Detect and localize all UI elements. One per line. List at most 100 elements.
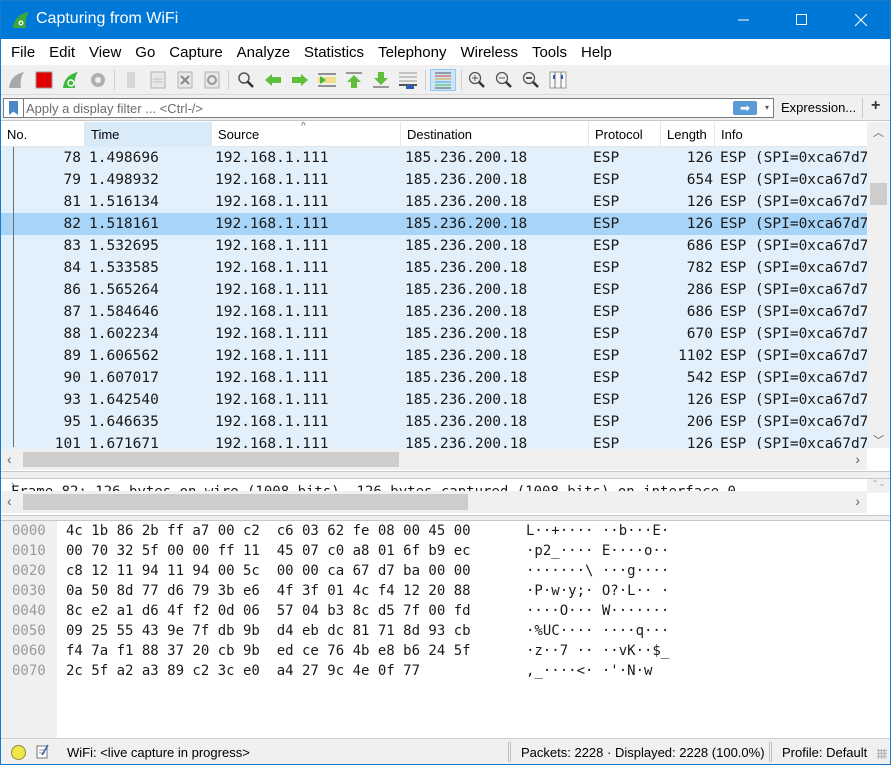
- minimize-button[interactable]: [715, 1, 773, 39]
- maximize-button[interactable]: [773, 1, 831, 39]
- ascii-bytes[interactable]: ····O··· W·······: [526, 603, 669, 619]
- packet-row[interactable]: 87 1.584646 192.168.1.111 185.236.200.18 ESP…: [1, 301, 868, 323]
- menu-help[interactable]: Help: [574, 44, 619, 61]
- hex-bytes[interactable]: 09 25 55 43 9e 7f db 9b d4 eb dc 81 71 8…: [66, 623, 471, 639]
- details-hscrollbar[interactable]: ‹ ›: [1, 491, 867, 513]
- packet-row[interactable]: 81 1.516134 192.168.1.111 185.236.200.18 ESP…: [1, 191, 868, 213]
- apply-filter-button[interactable]: ➡: [733, 101, 757, 115]
- menu-capture[interactable]: Capture: [162, 44, 229, 61]
- scroll-left-icon[interactable]: ‹: [7, 451, 12, 467]
- close-file-button[interactable]: [174, 69, 196, 91]
- hex-bytes[interactable]: f4 7a f1 88 37 20 cb 9b ed ce 76 4b e8 b…: [66, 643, 471, 659]
- column-header-destination[interactable]: Destination: [401, 122, 589, 147]
- colorize-button[interactable]: [430, 69, 456, 91]
- reload-file-button[interactable]: [201, 69, 223, 91]
- packet-row[interactable]: 88 1.602234 192.168.1.111 185.236.200.18 ESP…: [1, 323, 868, 345]
- scroll-thumb[interactable]: [23, 452, 399, 467]
- menu-statistics[interactable]: Statistics: [297, 44, 371, 61]
- packet-row[interactable]: 82 1.518161 192.168.1.111 185.236.200.18 ESP…: [1, 213, 868, 235]
- filter-history-dropdown[interactable]: ▾: [761, 100, 773, 116]
- column-header-protocol[interactable]: Protocol: [589, 122, 661, 147]
- pane-splitter[interactable]: [1, 471, 890, 479]
- scroll-down-icon[interactable]: ﹀: [873, 432, 884, 448]
- hex-bytes[interactable]: 2c 5f a2 a3 89 c2 3c e0 a4 27 9c 4e 0f 7…: [66, 663, 420, 679]
- hex-bytes[interactable]: 4c 1b 86 2b ff a7 00 c2 c6 03 62 fe 08 0…: [66, 523, 471, 539]
- menu-telephony[interactable]: Telephony: [371, 44, 453, 61]
- capture-comment-icon[interactable]: [36, 744, 49, 759]
- ascii-bytes[interactable]: L··+···· ··b···E·: [526, 523, 669, 539]
- go-back-button[interactable]: [262, 69, 284, 91]
- ascii-bytes[interactable]: ·p2_···· E····o··: [526, 543, 669, 559]
- zoom-normal-button[interactable]: [520, 69, 542, 91]
- scroll-thumb[interactable]: [23, 494, 468, 510]
- display-filter-input[interactable]: [26, 100, 726, 116]
- cell-source: 192.168.1.111: [215, 414, 329, 430]
- scroll-thumb[interactable]: [870, 183, 887, 205]
- ascii-bytes[interactable]: ·%UC···· ····q···: [526, 623, 669, 639]
- column-header-info[interactable]: Info: [715, 122, 867, 147]
- go-forward-button[interactable]: [289, 69, 311, 91]
- zoom-out-button[interactable]: [493, 69, 515, 91]
- ascii-bytes[interactable]: ·z··7 ·· ··vK··$_: [526, 643, 669, 659]
- cell-time: 1.646635: [89, 414, 159, 430]
- stop-capture-button[interactable]: [33, 69, 55, 91]
- profile-selector[interactable]: Profile: Default: [782, 745, 867, 760]
- menu-view[interactable]: View: [82, 44, 128, 61]
- packet-row[interactable]: 86 1.565264 192.168.1.111 185.236.200.18 ESP…: [1, 279, 868, 301]
- hex-bytes[interactable]: 00 70 32 5f 00 00 ff 11 45 07 c0 a8 01 6…: [66, 543, 471, 559]
- packet-row[interactable]: 83 1.532695 192.168.1.111 185.236.200.18 ESP…: [1, 235, 868, 257]
- capture-status-led-icon[interactable]: [11, 745, 26, 760]
- ascii-bytes[interactable]: ·······\ ···g····: [526, 563, 669, 579]
- packet-row[interactable]: 93 1.642540 192.168.1.111 185.236.200.18 ESP…: [1, 389, 868, 411]
- ascii-bytes[interactable]: ·P·w·y;· O?·L·· ·: [526, 583, 669, 599]
- packet-list-vscrollbar[interactable]: ︿ ﹀: [867, 122, 890, 448]
- go-last-button[interactable]: [370, 69, 392, 91]
- menu-edit[interactable]: Edit: [42, 44, 82, 61]
- column-header-length[interactable]: Length: [661, 122, 715, 147]
- zoom-in-button[interactable]: [466, 69, 488, 91]
- scroll-right-icon[interactable]: ›: [855, 493, 860, 509]
- packet-row[interactable]: 78 1.498696 192.168.1.111 185.236.200.18 ESP…: [1, 147, 868, 169]
- save-file-button[interactable]: [147, 69, 169, 91]
- column-header-time[interactable]: Time: [85, 122, 212, 147]
- open-file-button[interactable]: [120, 69, 142, 91]
- wireshark-logo-icon: [13, 12, 29, 28]
- packet-row[interactable]: 95 1.646635 192.168.1.111 185.236.200.18 ESP…: [1, 411, 868, 433]
- menu-wireless[interactable]: Wireless: [453, 44, 525, 61]
- hex-bytes[interactable]: c8 12 11 94 11 94 00 5c 00 00 ca 67 d7 b…: [66, 563, 471, 579]
- menu-analyze[interactable]: Analyze: [230, 44, 297, 61]
- close-button[interactable]: [832, 1, 890, 39]
- menu-go[interactable]: Go: [128, 44, 162, 61]
- column-header-source[interactable]: Source: [212, 122, 401, 147]
- go-to-packet-button[interactable]: [316, 69, 338, 91]
- column-header-no[interactable]: No.: [1, 122, 85, 147]
- resize-grip-icon[interactable]: [877, 749, 887, 759]
- menu-file[interactable]: File: [4, 44, 42, 61]
- resize-columns-button[interactable]: [547, 69, 569, 91]
- packet-row[interactable]: 89 1.606562 192.168.1.111 185.236.200.18 ESP…: [1, 345, 868, 367]
- packet-row[interactable]: 90 1.607017 192.168.1.111 185.236.200.18 ESP…: [1, 367, 868, 389]
- expression-button[interactable]: Expression...: [781, 100, 856, 115]
- packet-list: No. Time Source ^ Destination Protocol L…: [1, 122, 890, 471]
- packet-row[interactable]: 79 1.498932 192.168.1.111 185.236.200.18 ESP…: [1, 169, 868, 191]
- details-vscrollbar[interactable]: ⌃⌄: [867, 479, 890, 493]
- autoscroll-button[interactable]: [397, 69, 419, 91]
- scroll-up-icon[interactable]: ︿: [873, 124, 884, 140]
- scroll-left-icon[interactable]: ‹: [7, 493, 12, 509]
- menu-tools[interactable]: Tools: [525, 44, 574, 61]
- packet-row[interactable]: 84 1.533585 192.168.1.111 185.236.200.18 ESP…: [1, 257, 868, 279]
- packet-list-hscrollbar[interactable]: ‹ ›: [1, 449, 867, 470]
- restart-capture-button[interactable]: [60, 69, 82, 91]
- start-capture-button[interactable]: [6, 69, 28, 91]
- ascii-bytes[interactable]: ,_····<· ·'·N·w: [526, 663, 652, 679]
- bookmark-icon[interactable]: [9, 101, 18, 115]
- go-first-button[interactable]: [343, 69, 365, 91]
- add-filter-button[interactable]: +: [871, 97, 880, 115]
- find-packet-button[interactable]: [235, 69, 257, 91]
- scroll-right-icon[interactable]: ›: [855, 451, 860, 467]
- hex-bytes[interactable]: 8c e2 a1 d6 4f f2 0d 06 57 04 b3 8c d5 7…: [66, 603, 471, 619]
- cell-time: 1.606562: [89, 348, 159, 364]
- cell-protocol: ESP: [593, 282, 620, 298]
- hex-bytes[interactable]: 0a 50 8d 77 d6 79 3b e6 4f 3f 01 4c f4 1…: [66, 583, 471, 599]
- capture-options-button[interactable]: [87, 69, 109, 91]
